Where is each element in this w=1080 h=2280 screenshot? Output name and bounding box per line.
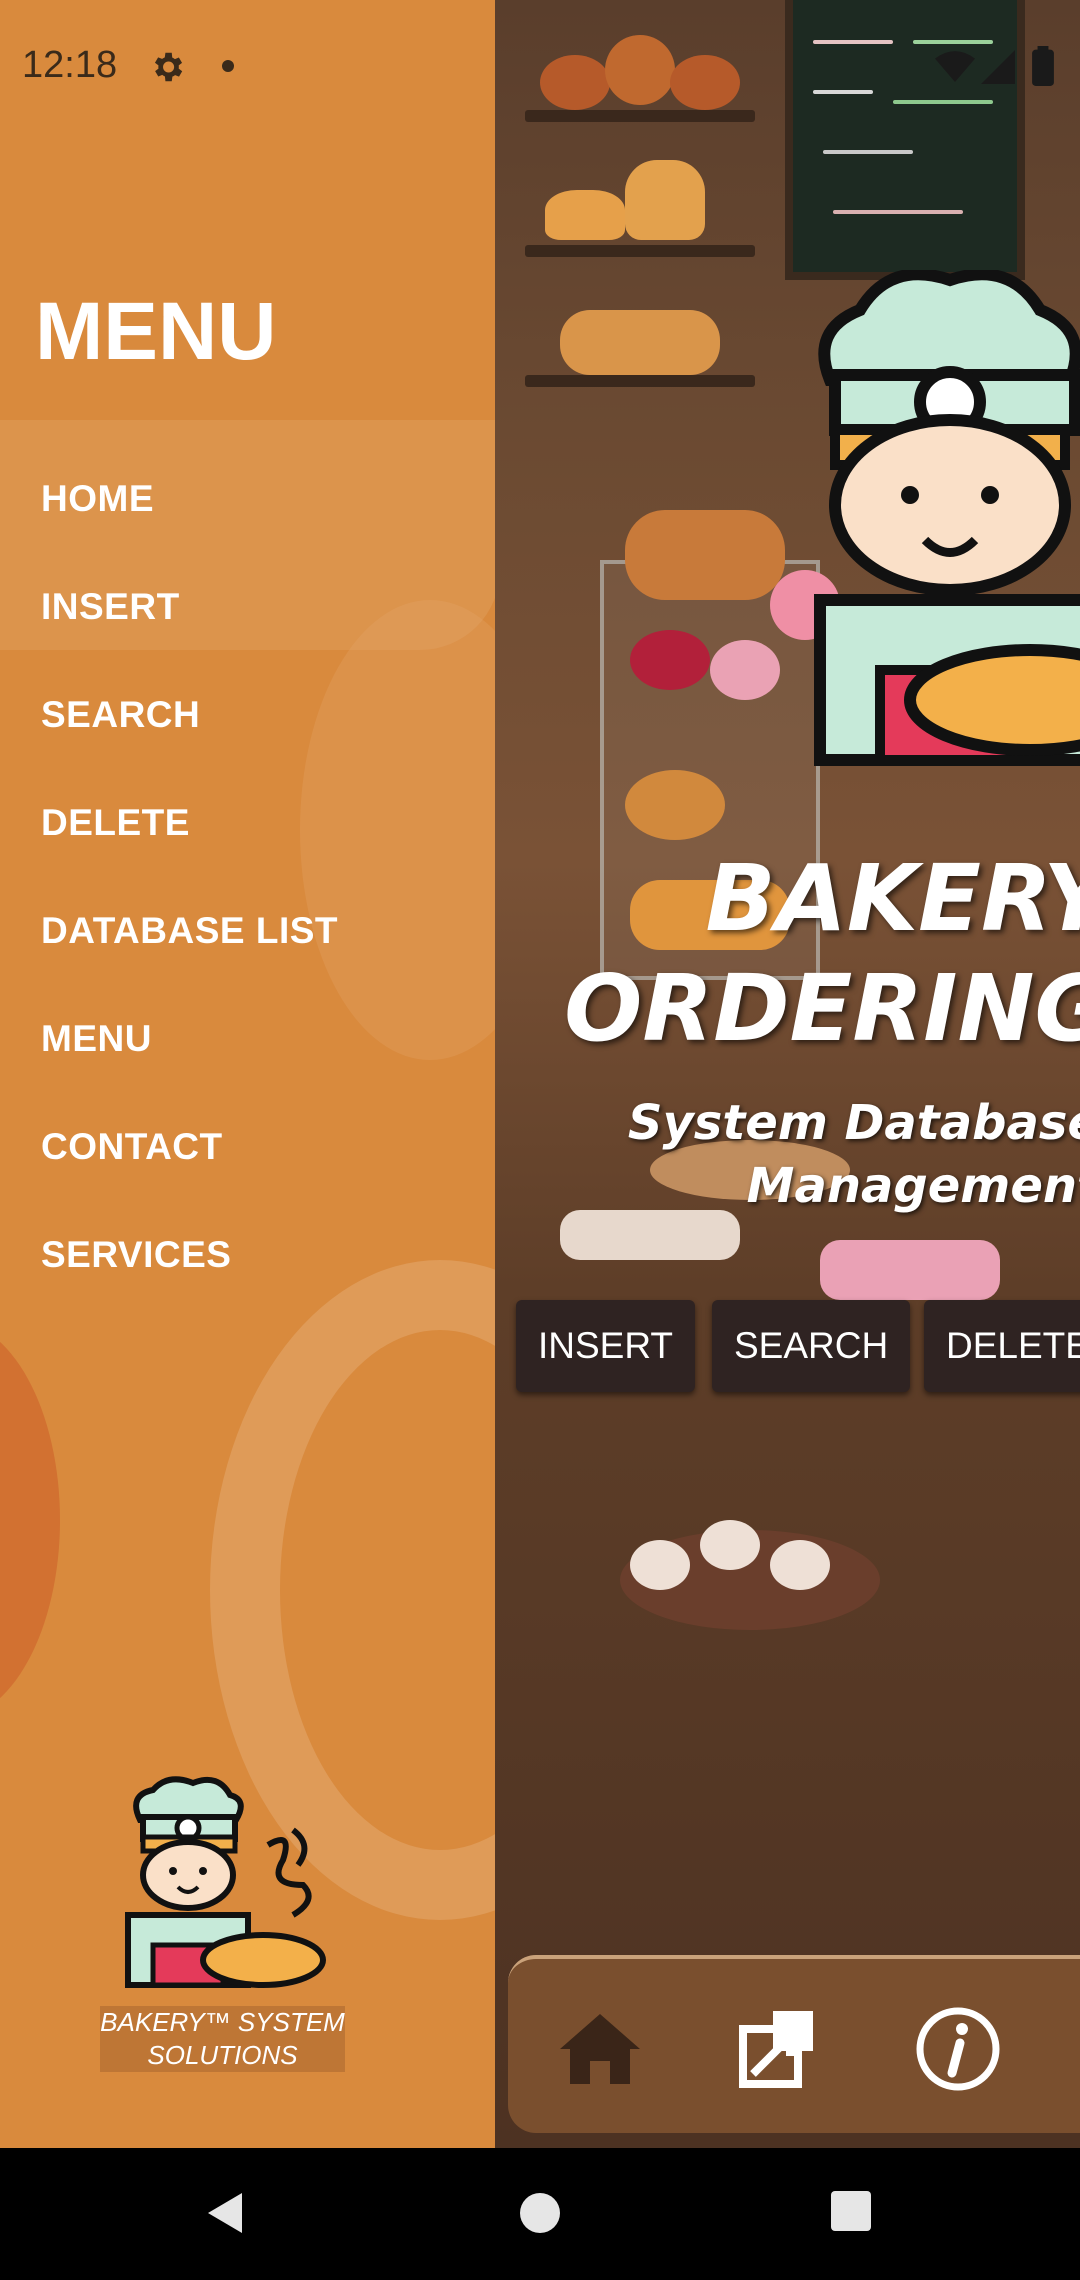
brand-line1: BAKERY™ SYSTEM	[100, 2007, 345, 2037]
drawer-item-insert[interactable]: INSERT	[41, 586, 180, 628]
hero-subtitle-line2: Management	[746, 1158, 1080, 1214]
chef-logo-icon	[125, 1776, 326, 1988]
decor-shape	[300, 600, 495, 1060]
donuts	[625, 510, 785, 600]
notification-dot-icon	[222, 60, 234, 72]
pastry	[625, 160, 705, 240]
cake	[710, 640, 780, 700]
bread	[625, 770, 725, 840]
quick-search-button[interactable]: SEARCH	[712, 1300, 911, 1392]
settings-icon	[154, 52, 183, 82]
decor-shape	[0, 1320, 60, 1720]
drawer-item-database-list[interactable]: DATABASE LIST	[41, 910, 338, 952]
hero-title-line1: BAKERY	[705, 845, 1080, 952]
chef-illustration	[814, 270, 1080, 766]
open-external-icon[interactable]	[728, 1999, 828, 2099]
drawer-item-menu[interactable]: MENU	[41, 1018, 152, 1060]
quick-insert-button[interactable]: INSERT	[516, 1300, 696, 1392]
hero-subtitle-line1: System Database	[627, 1095, 1080, 1151]
drawer-item-services[interactable]: SERVICES	[41, 1234, 231, 1276]
home-circle-icon[interactable]	[515, 2188, 565, 2238]
system-navigation-bar	[0, 2148, 1080, 2280]
cupcake	[700, 1520, 760, 1570]
cupcake	[630, 1540, 690, 1590]
brand-caption: BAKERY™ SYSTEM SOLUTIONS	[100, 2006, 345, 2072]
bottom-navigation-bar	[508, 1955, 1080, 2133]
drawer-item-home[interactable]: HOME	[41, 478, 154, 520]
wifi-icon	[935, 51, 975, 82]
drawer-item-contact[interactable]: CONTACT	[41, 1126, 223, 1168]
cakes	[820, 1240, 1000, 1300]
home-icon[interactable]	[550, 1999, 650, 2099]
pastry	[545, 190, 625, 240]
quick-delete-button[interactable]: DELETE	[924, 1300, 1080, 1392]
drawer-item-search[interactable]: SEARCH	[41, 694, 200, 736]
navigation-drawer: MENU HOME INSERT SEARCH DELETE DATABASE …	[0, 0, 495, 2148]
signal-icon	[981, 50, 1015, 84]
info-icon[interactable]	[908, 1999, 1008, 2099]
cakes	[560, 1210, 740, 1260]
drawer-item-delete[interactable]: DELETE	[41, 802, 190, 844]
shelf	[525, 375, 755, 387]
brand-line2: SOLUTIONS	[147, 2040, 298, 2070]
drawer-title: MENU	[35, 286, 277, 377]
status-time: 12:18	[22, 44, 118, 86]
back-icon[interactable]	[200, 2188, 250, 2238]
hero-title-line2: ORDERING	[564, 955, 1080, 1062]
shelf	[525, 245, 755, 257]
cupcake	[770, 1540, 830, 1590]
recents-icon[interactable]	[828, 2188, 874, 2234]
pastry	[560, 310, 720, 375]
cake	[630, 630, 710, 690]
status-bar: 12:18	[0, 0, 1080, 135]
battery-icon	[1032, 46, 1054, 86]
